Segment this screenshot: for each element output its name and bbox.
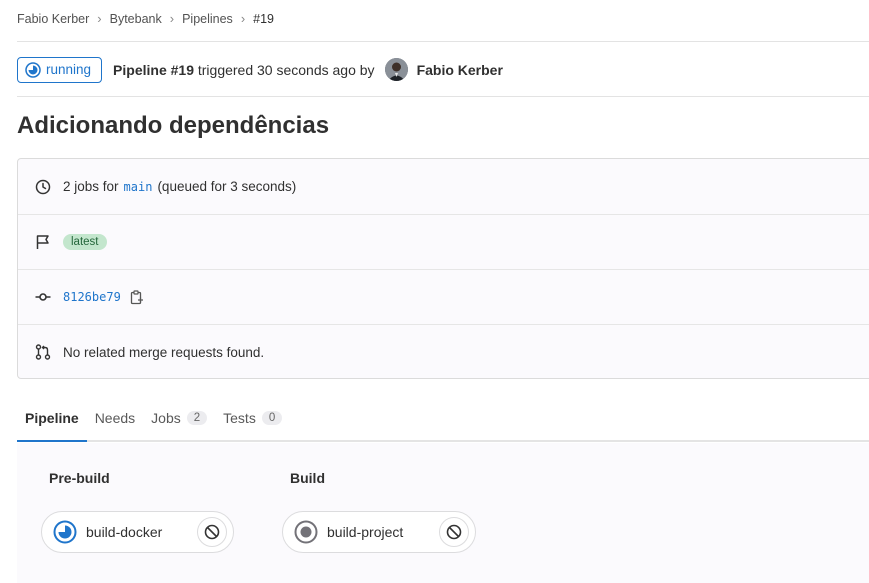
merge-request-icon [34, 343, 52, 361]
merge-requests-text: No related merge requests found. [63, 344, 265, 360]
tab-jobs[interactable]: Jobs 2 [143, 396, 215, 440]
commit-icon [34, 288, 52, 306]
cancel-icon [446, 524, 462, 540]
status-label: running [46, 62, 92, 77]
clock-icon [34, 178, 52, 196]
page-title: Adicionando dependências [17, 112, 330, 139]
jobs-count-text: 2 jobs for [63, 179, 119, 194]
tab-count-badge: 0 [261, 411, 283, 425]
breadcrumb-item-project[interactable]: Bytebank [110, 12, 162, 26]
job-name: build-project [327, 524, 404, 540]
cancel-job-button[interactable] [197, 517, 227, 547]
tab-needs[interactable]: Needs [87, 396, 143, 440]
status-created-icon [294, 520, 318, 544]
tab-label: Needs [94, 410, 136, 426]
tab-tests[interactable]: Tests 0 [215, 396, 290, 440]
user-avatar-image [384, 58, 408, 81]
status-badge[interactable]: running [17, 56, 103, 83]
stage-title-build: Build [290, 470, 325, 486]
cancel-job-button[interactable] [439, 517, 469, 547]
breadcrumb: Fabio Kerber › Bytebank › Pipelines › #1… [17, 11, 274, 26]
commit-sha-link[interactable]: 8126be79 [63, 290, 121, 304]
divider [17, 41, 869, 42]
tags-row: latest [18, 214, 869, 269]
pipeline-header: running Pipeline #19 triggered 30 second… [17, 56, 503, 83]
queued-text: (queued for 3 seconds) [157, 179, 297, 194]
author-link[interactable]: Fabio Kerber [417, 62, 503, 78]
tab-label: Tests [223, 410, 256, 426]
job-name: build-docker [86, 524, 163, 540]
triggered-text: triggered 30 seconds ago by [197, 61, 375, 78]
tab-pipeline[interactable]: Pipeline [17, 396, 87, 442]
pipeline-tabs: Pipeline Needs Jobs 2 Tests 0 [17, 396, 869, 442]
cancel-icon [204, 524, 220, 540]
job-build-docker[interactable]: build-docker [41, 511, 234, 553]
merge-requests-row: No related merge requests found. [18, 324, 869, 379]
job-build-project[interactable]: build-project [282, 511, 476, 553]
avatar[interactable] [384, 58, 408, 81]
status-running-icon [25, 61, 41, 78]
divider [17, 96, 869, 97]
breadcrumb-item-pipeline-id[interactable]: #19 [253, 12, 274, 26]
tab-label: Jobs [151, 410, 181, 426]
copy-icon[interactable] [130, 289, 144, 305]
status-running-icon [53, 520, 77, 544]
tab-count-badge: 2 [186, 411, 208, 425]
chevron-right-icon: › [169, 11, 175, 26]
pipeline-graph: Pre-build build-docker Build build-proje… [17, 443, 869, 583]
pipeline-info-box: 2 jobs for main (queued for 3 seconds) l… [17, 158, 869, 379]
latest-badge: latest [63, 234, 107, 250]
branch-link[interactable]: main [124, 180, 153, 194]
pipeline-label: Pipeline #19 [113, 61, 194, 78]
pipeline-summary: Pipeline #19 triggered 30 seconds ago by [113, 62, 375, 78]
commit-row: 8126be79 [18, 269, 869, 324]
tab-label: Pipeline [25, 410, 79, 426]
stage-title-pre-build: Pre-build [49, 470, 110, 486]
chevron-right-icon: › [240, 11, 246, 26]
chevron-right-icon: › [97, 11, 102, 26]
flag-icon [34, 233, 52, 251]
breadcrumb-item-pipelines[interactable]: Pipelines [182, 12, 233, 26]
jobs-row: 2 jobs for main (queued for 3 seconds) [18, 159, 869, 214]
breadcrumb-item-owner[interactable]: Fabio Kerber [17, 12, 89, 26]
